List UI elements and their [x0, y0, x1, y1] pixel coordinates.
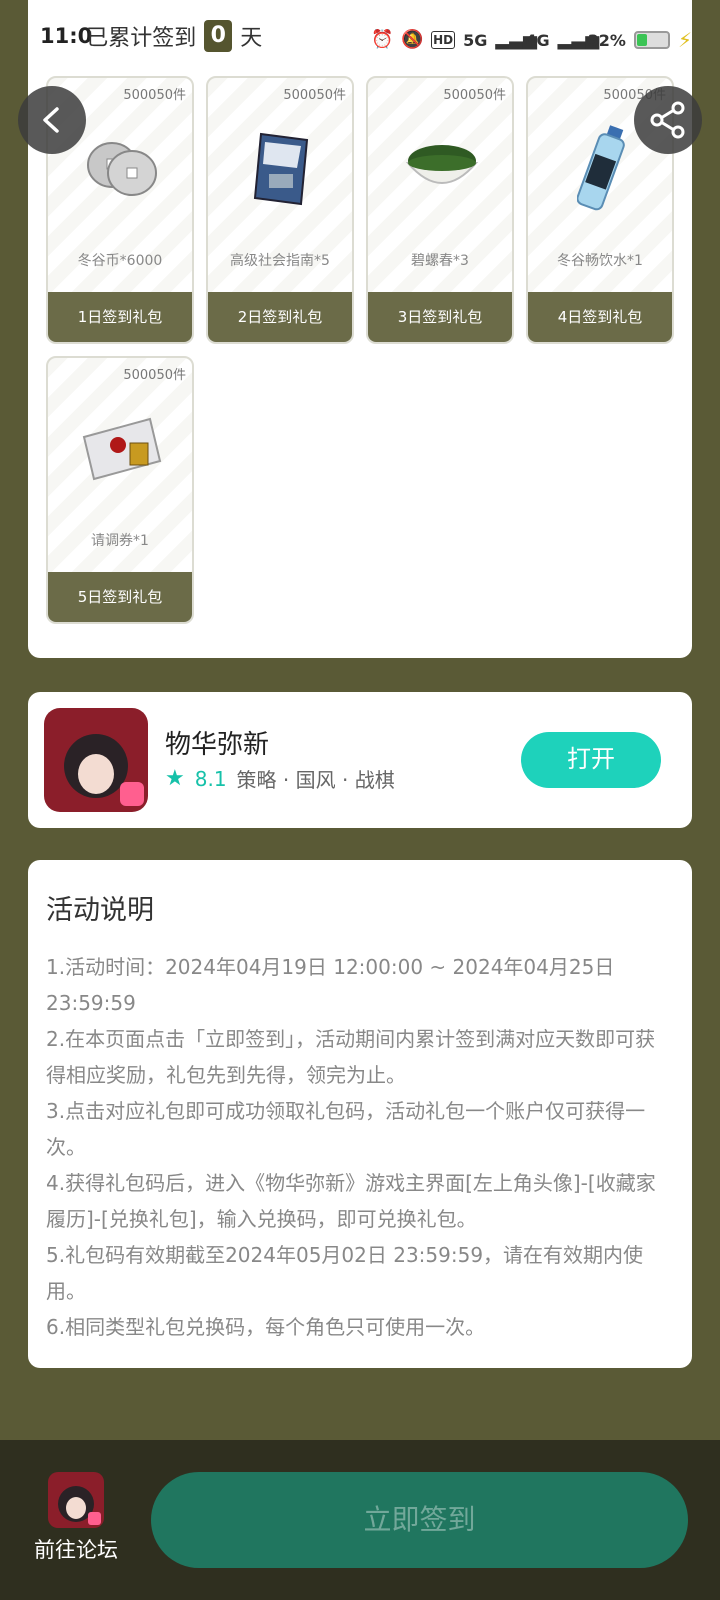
app-meta: ★ 8.1 策略 · 国风 · 战棋	[165, 764, 395, 793]
gift-panel: 500050件 冬谷币*6000 1日签到礼包 500050件 高级社会指南*5…	[28, 0, 692, 658]
streak-counter: 已累计签到 0 天	[86, 20, 262, 52]
signin-button[interactable]: 立即签到	[151, 1472, 688, 1568]
gift-name: 冬谷畅饮水*1	[557, 253, 643, 269]
battery-percent: 32%	[587, 30, 626, 50]
status-bar: 11:0 已累计签到 0 天 ⏰ 🔕 HD 5G ▂▃▅ 4G ▂▃▅ 32% …	[0, 0, 720, 70]
coins-icon	[72, 118, 172, 218]
mute-icon: 🔕	[401, 29, 424, 50]
signal-icon: ▂▃▅	[557, 29, 600, 50]
app-rating: 8.1	[194, 766, 227, 791]
forum-label: 前往论坛	[34, 1538, 118, 1562]
streak-label: 已累计签到	[86, 26, 197, 51]
gift-card-day-3[interactable]: 500050件 碧螺春*3 3日签到礼包	[366, 76, 514, 344]
chevron-left-icon	[43, 107, 59, 133]
rule-item: 1.活动时间：2024年04月19日 12:00:00 ~ 2024年04月25…	[46, 955, 615, 1015]
app-icon	[44, 708, 148, 812]
gift-label: 5日签到礼包	[48, 572, 192, 622]
gift-name: 冬谷币*6000	[77, 253, 163, 269]
charging-icon: ⚡	[677, 28, 692, 52]
bottom-bar: 前往论坛 立即签到	[0, 1440, 720, 1600]
gift-stock: 500050件	[283, 88, 346, 103]
gift-label: 4日签到礼包	[528, 292, 672, 342]
forum-app-icon	[48, 1472, 104, 1528]
tea-bowl-icon	[392, 118, 492, 218]
back-button[interactable]	[18, 86, 86, 154]
gift-card-day-5[interactable]: 500050件 请调券*1 5日签到礼包	[46, 356, 194, 624]
rules-card: 活动说明 1.活动时间：2024年04月19日 12:00:00 ~ 2024年…	[28, 860, 692, 1368]
open-app-button[interactable]: 打开	[521, 732, 661, 788]
app-card[interactable]: 物华弥新 ★ 8.1 策略 · 国风 · 战棋 打开	[28, 692, 692, 828]
share-button[interactable]	[634, 86, 702, 154]
app-tags: 策略 · 国风 · 战棋	[236, 768, 395, 792]
network-5g-label: 5G	[463, 30, 488, 50]
gift-label: 3日签到礼包	[368, 292, 512, 342]
gift-stock: 500050件	[123, 88, 186, 103]
gift-label: 1日签到礼包	[48, 292, 192, 342]
gift-name: 高级社会指南*5	[230, 253, 330, 269]
gift-name: 碧螺春*3	[411, 253, 469, 269]
battery-icon	[633, 31, 670, 49]
gift-label: 2日签到礼包	[208, 292, 352, 342]
app-name: 物华弥新	[165, 730, 270, 760]
gift-stock: 500050件	[443, 88, 506, 103]
forum-button[interactable]: 前往论坛	[28, 1472, 124, 1564]
rules-title: 活动说明	[46, 895, 154, 926]
book-icon	[232, 118, 332, 218]
envelope-icon	[72, 398, 172, 498]
rule-item: 5.礼包码有效期截至2024年05月02日 23:59:59，请在有效期内使用。	[46, 1243, 644, 1303]
streak-count: 0	[204, 20, 233, 52]
rule-item: 4.获得礼包码后，进入《物华弥新》游戏主界面[左上角头像]-[收藏家履历]-[兑…	[46, 1171, 656, 1231]
alarm-icon: ⏰	[371, 29, 394, 50]
signal-icon: ▂▃▅	[495, 29, 537, 50]
share-icon	[650, 101, 685, 139]
rule-item: 3.点击对应礼包即可成功领取礼包码，活动礼包一个账户仅可获得一次。	[46, 1099, 646, 1159]
hd-icon: HD	[431, 31, 456, 49]
network-4g-label: 4G	[525, 30, 550, 50]
status-time: 11:0	[40, 24, 93, 48]
gift-name: 请调券*1	[91, 533, 149, 549]
gift-card-day-2[interactable]: 500050件 高级社会指南*5 2日签到礼包	[206, 76, 354, 344]
streak-unit: 天	[240, 26, 263, 51]
gift-stock: 500050件	[123, 368, 186, 383]
rule-item: 6.相同类型礼包兑换码，每个角色只可使用一次。	[46, 1315, 486, 1339]
rule-item: 2.在本页面点击「立即签到」，活动期间内累计签到满对应天数即可获得相应奖励，礼包…	[46, 1027, 656, 1087]
rules-list: 1.活动时间：2024年04月19日 12:00:00 ~ 2024年04月25…	[46, 949, 674, 1345]
star-icon: ★	[165, 766, 185, 791]
